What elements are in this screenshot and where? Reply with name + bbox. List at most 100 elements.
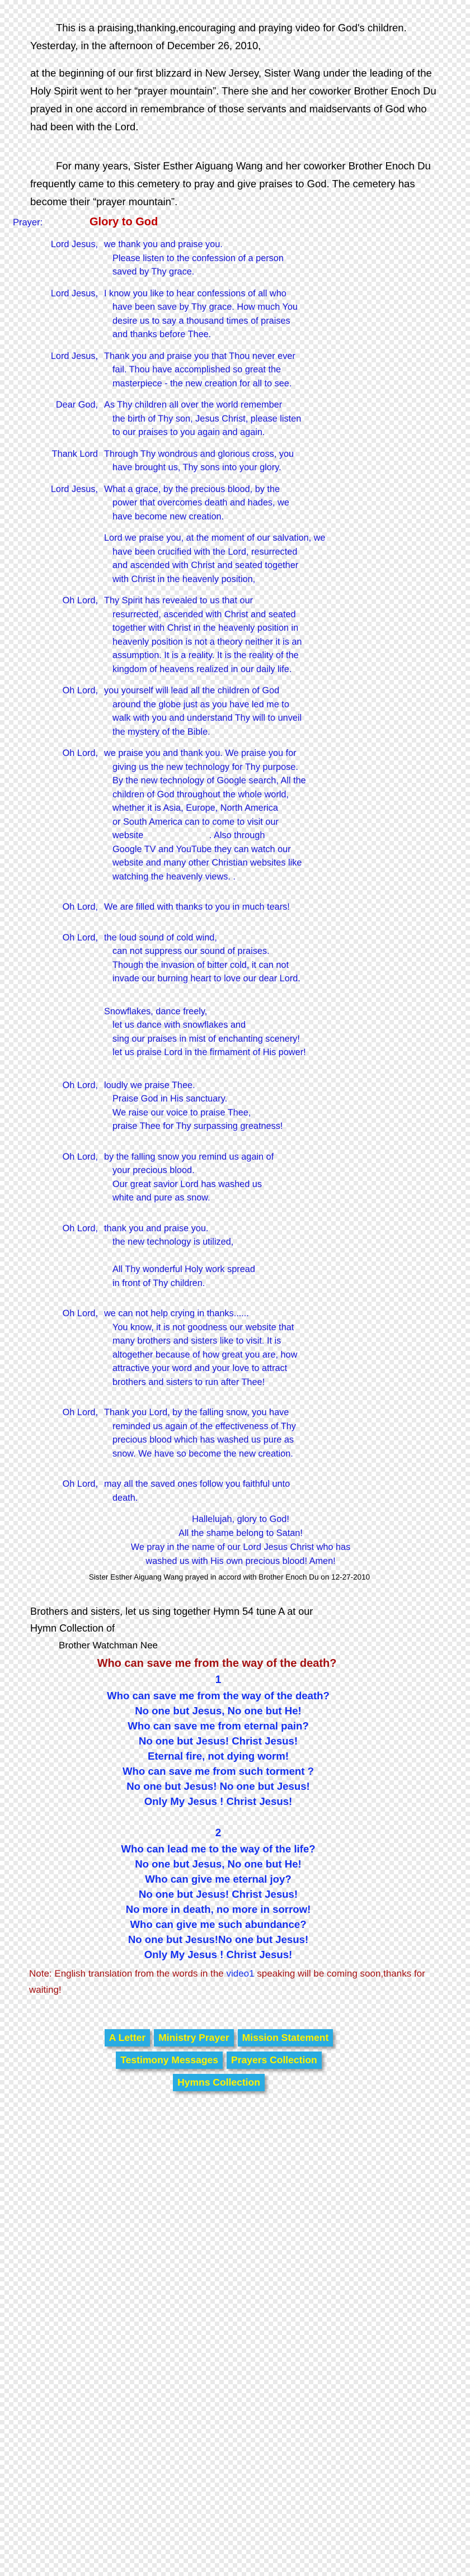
prayer-stanza-addressee: Oh Lord, (62, 595, 98, 606)
hymn-verse-number: 1 (215, 1674, 222, 1686)
prayer-line: your precious blood. (112, 1165, 195, 1175)
nav-button-prayers-collection[interactable]: Prayers Collection (227, 2052, 322, 2069)
hymn-verse: 1 Who can save me from the way of the dea… (0, 1672, 470, 1809)
prayer-line: website and many other Christian website… (112, 858, 302, 868)
video1-link[interactable]: video1 (226, 1968, 254, 1979)
prayer-line: whether it is Asia, Europe, North Americ… (112, 803, 278, 813)
prayer-line: We are filled with thanks to you in much… (104, 902, 290, 912)
prayer-section: Prayer: Glory to God Lord Jesus, we thank… (0, 215, 470, 1583)
prayer-line: power that overcomes death and hades, we (112, 498, 289, 508)
prayer-line: we can not help crying in thanks...... (104, 1308, 249, 1318)
prayer-line: have become new creation. (112, 511, 224, 522)
prayer-stanza-addressee: Oh Lord, (62, 932, 98, 943)
prayer-label: Prayer: (13, 218, 43, 228)
prayer-stanza-addressee: Oh Lord, (62, 1407, 98, 1417)
prayer-line: with Christ in the heavenly position, (112, 574, 256, 584)
prayer-stanza: Lord Jesus, I know you like to hear confe… (0, 287, 470, 342)
prayer-stanza-group-1: Lord Jesus, we thank you and praise you. P… (0, 238, 470, 523)
prayer-line: masterpiece - the new creation for all t… (112, 378, 292, 389)
prayer-stanza-addressee: Oh Lord, (62, 1151, 98, 1162)
intro-paragraph-1: This is a praising,thanking,encouraging … (30, 19, 441, 55)
prayer-line: around the globe just as you have led me… (112, 699, 289, 710)
prayer-stanza-lines: Thank you Lord, by the falling snow, you… (104, 1406, 470, 1460)
prayer-line: All Thy wonderful Holy work spread (112, 1264, 255, 1274)
prayer-line: we thank you and praise you. (104, 239, 223, 249)
prayer-line: Lord we praise you, at the moment of our… (104, 533, 326, 543)
prayer-stanza: Oh Lord, loudly we praise Thee. Praise God… (0, 1079, 470, 1133)
nav-button-a-letter[interactable]: A Letter (104, 2029, 151, 2046)
prayer-line: desire us to say a thousand times of pra… (112, 315, 290, 326)
nav-button-ministry-prayer[interactable]: Ministry Prayer (154, 2029, 234, 2046)
prayer-stanza: Oh Lord, the loud sound of cold wind, can … (0, 931, 470, 986)
prayer-stanza-lines: We are filled with thanks to you in much… (104, 900, 470, 914)
page-root: This is a praising,thanking,encouraging … (0, 0, 470, 2130)
prayer-line: assumption. It is a reality. It is the r… (112, 650, 299, 660)
prayer-stanza-lines: thank you and praise you. the new technol… (104, 1222, 470, 1291)
intro-paragraph-3: For many years, Sister Esther Aiguang Wa… (30, 157, 441, 211)
prayer-line: attractive your word and your love to at… (112, 1363, 288, 1373)
prayer-stanza-lines: we can not help crying in thanks...... Yo… (104, 1307, 470, 1389)
prayer-line: white and pure as snow. (112, 1193, 210, 1203)
intro-paragraph-1-text: This is a praising,thanking,encouraging … (30, 22, 407, 51)
prayer-line: the birth of Thy son, Jesus Christ, plea… (112, 413, 302, 424)
prayer-line: and thanks before Thee. (112, 329, 212, 339)
prayer-stanza: Lord Jesus, Thank you and praise you that… (0, 349, 470, 391)
hymn-lyric-line: No one but Jesus, No one but He! (135, 1705, 302, 1717)
prayer-line: kingdom of heavens realized in our daily… (112, 664, 292, 674)
prayer-line: the loud sound of cold wind, (104, 932, 217, 943)
hymn-title: Who can save me from the way of the deat… (97, 1657, 337, 1670)
hymn-lyric-line: Eternal fire, not dying worm! (147, 1750, 289, 1762)
prayer-line: resurrected, ascended with Christ and se… (112, 609, 296, 620)
prayer-stanza: Oh Lord, may all the saved ones follow yo… (0, 1477, 470, 1505)
prayer-stanza-lines: we thank you and praise you. Please liste… (104, 238, 470, 279)
prayer-stanza-lines: you yourself will lead all the children … (104, 684, 470, 739)
prayer-stanza-group-3: Oh Lord, loudly we praise Thee. Praise God… (0, 1079, 470, 1505)
prayer-title: Glory to God (90, 216, 158, 228)
prayer-line: to our praises to you again and again. (112, 427, 265, 437)
prayer-closing-line: All the shame belong to Satan! (178, 1528, 303, 1538)
prayer-line: snow. We have so become the new creation… (112, 1448, 293, 1459)
prayer-stanza-lines: Thy Spirit has revealed to us that our re… (104, 594, 470, 676)
prayer-stanza-lines: Through Thy wondrous and glorious cross,… (104, 447, 470, 475)
prayer-stanza-lines: the loud sound of cold wind, can not supp… (104, 931, 470, 986)
prayer-stanza-group-2: Oh Lord, Thy Spirit has revealed to us th… (0, 594, 470, 986)
nav-button-hymns-collection[interactable]: Hymns Collection (173, 2074, 265, 2091)
prayer-line: in front of Thy children. (112, 1278, 205, 1288)
intro-paragraph-3-text: For many years, Sister Esther Aiguang Wa… (30, 160, 431, 207)
prayer-line: thank you and praise you. (104, 1223, 209, 1233)
prayer-line: Through Thy wondrous and glorious cross,… (104, 448, 294, 459)
prayer-line: By the new technology of Google search, … (112, 776, 306, 786)
prayer-stanza: Lord Jesus, What a grace, by the precious… (0, 483, 470, 524)
prayer-line: praise Thee for Thy surpassing greatness… (112, 1121, 283, 1131)
hymn-lyric-line: Who can save me from such torment ? (123, 1765, 314, 1777)
hymn-verses: 1 Who can save me from the way of the dea… (0, 1672, 470, 1962)
prayer-free-block-1: Lord we praise you, at the moment of our… (104, 531, 470, 586)
prayer-line: can not suppress our sound of praises. (112, 946, 270, 956)
prayer-stanza-lines: loudly we praise Thee. Praise God in His … (104, 1079, 470, 1133)
prayer-stanza: Dear God, As Thy children all over the wo… (0, 398, 470, 439)
hymn-intro-line: Hymn Collection of (30, 1623, 115, 1634)
hymn-lyric-line: Who can save me from eternal pain? (128, 1720, 309, 1732)
prayer-line: Snowflakes, dance freely, (104, 1006, 208, 1017)
prayer-line: heavenly position is not a theory neithe… (112, 636, 302, 647)
prayer-line: death. (112, 1492, 138, 1503)
prayer-line: Thy Spirit has revealed to us that our (104, 595, 253, 606)
prayer-stanza-addressee: Oh Lord, (62, 1080, 98, 1090)
nav-button-mission-statement[interactable]: Mission Statement (237, 2029, 333, 2046)
prayer-stanza: Oh Lord, We are filled with thanks to you… (0, 900, 470, 914)
hymn-intro: Brothers and sisters, let us sing togeth… (0, 1603, 470, 1637)
prayer-line: many brothers and sisters like to visit.… (112, 1336, 281, 1346)
hymn-lyric-line: Only My Jesus ! Christ Jesus! (144, 1949, 293, 1960)
prayer-stanza: Oh Lord, we praise you and thank you. We … (0, 746, 470, 883)
prayer-stanza: Oh Lord, Thy Spirit has revealed to us th… (0, 594, 470, 676)
prayer-stanza: Thank Lord Through Thy wondrous and glori… (0, 447, 470, 475)
prayer-line: We raise our voice to praise Thee, (112, 1107, 251, 1118)
prayer-line: What a grace, by the precious blood, by … (104, 484, 280, 494)
nav-button-row: Testimony Messages Prayers Collection (0, 2052, 438, 2069)
nav-button-testimony-messages[interactable]: Testimony Messages (116, 2052, 223, 2069)
hymn-verse-number: 2 (215, 1827, 222, 1839)
prayer-line: As Thy children all over the world remem… (104, 400, 283, 410)
prayer-stanza-lines: I know you like to hear confessions of a… (104, 287, 470, 342)
prayer-line: brothers and sisters to run after Thee! (112, 1377, 265, 1387)
prayer-line: Thank you and praise you that Thou never… (104, 351, 295, 361)
